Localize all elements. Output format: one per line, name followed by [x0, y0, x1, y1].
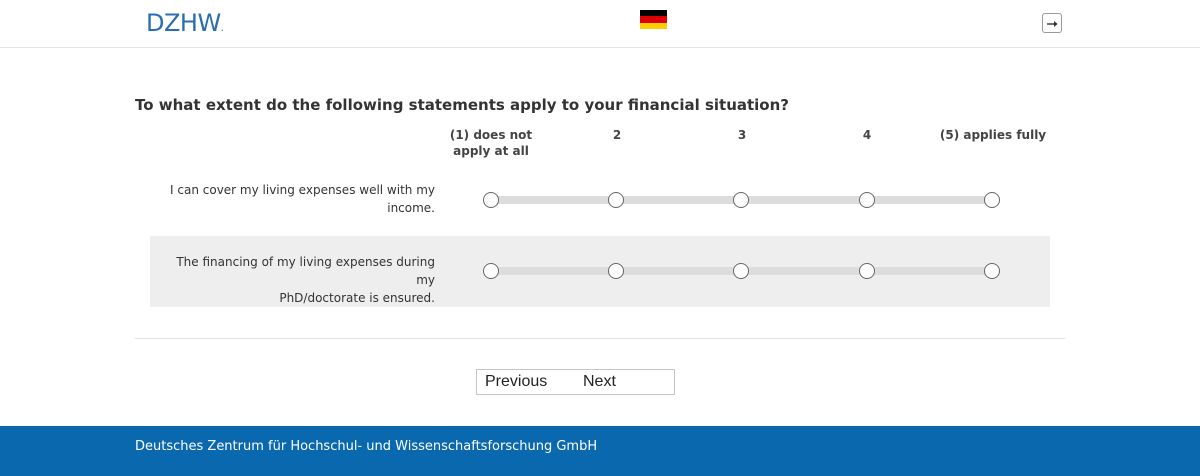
logo-text: DZHW [146, 9, 221, 37]
row-2-radio-5[interactable] [984, 263, 1000, 279]
footer-text: Deutsches Zentrum für Hochschul- und Wis… [135, 439, 598, 454]
page-footer: Deutsches Zentrum für Hochschul- und Wis… [0, 426, 1200, 476]
row-1-radio-4[interactable] [859, 192, 875, 208]
logo-dot: . [220, 23, 224, 34]
row-2-label-line1: The financing of my living expenses duri… [176, 255, 435, 287]
scale-label-3: 3 [737, 128, 747, 142]
divider [135, 338, 1065, 339]
row-1-radio-2[interactable] [608, 192, 624, 208]
scale-label-2: 2 [612, 128, 622, 142]
row-1-label-line1: I can cover my living expenses well with… [170, 183, 435, 197]
matrix-row-2: The financing of my living expenses duri… [150, 236, 1050, 307]
scale-label-1: (1) does not apply at all [440, 127, 542, 159]
row-2-radio-3[interactable] [733, 263, 749, 279]
row-2-radio-2[interactable] [608, 263, 624, 279]
row-1-radio-3[interactable] [733, 192, 749, 208]
page-header: DZHW. [0, 0, 1200, 48]
previous-button[interactable]: Previous [476, 369, 576, 395]
flag-stripe-gold [640, 22, 667, 29]
row-1-label-line2: income. [387, 201, 435, 215]
matrix-row-1: I can cover my living expenses well with… [150, 165, 1050, 236]
row-2-radio-1[interactable] [483, 263, 499, 279]
dzhw-logo[interactable]: DZHW. [146, 9, 224, 37]
row-1-label: I can cover my living expenses well with… [155, 181, 435, 217]
row-2-label-line2: PhD/doctorate is ensured. [279, 291, 435, 305]
row-1-radio-1[interactable] [483, 192, 499, 208]
scale-label-4: 4 [862, 128, 872, 142]
scale-label-1-line2: apply at all [453, 144, 529, 158]
next-button[interactable]: Next [575, 369, 675, 395]
scale-label-1-line1: (1) does not [449, 128, 533, 142]
row-1-radio-5[interactable] [984, 192, 1000, 208]
logout-button[interactable] [1042, 13, 1062, 33]
german-flag-icon[interactable] [640, 10, 667, 29]
row-2-label: The financing of my living expenses duri… [155, 253, 435, 307]
logout-icon [1047, 21, 1058, 27]
question-text: To what extent do the following statemen… [135, 96, 789, 114]
scale-label-5: (5) applies fully [939, 128, 1047, 142]
row-2-radio-4[interactable] [859, 263, 875, 279]
